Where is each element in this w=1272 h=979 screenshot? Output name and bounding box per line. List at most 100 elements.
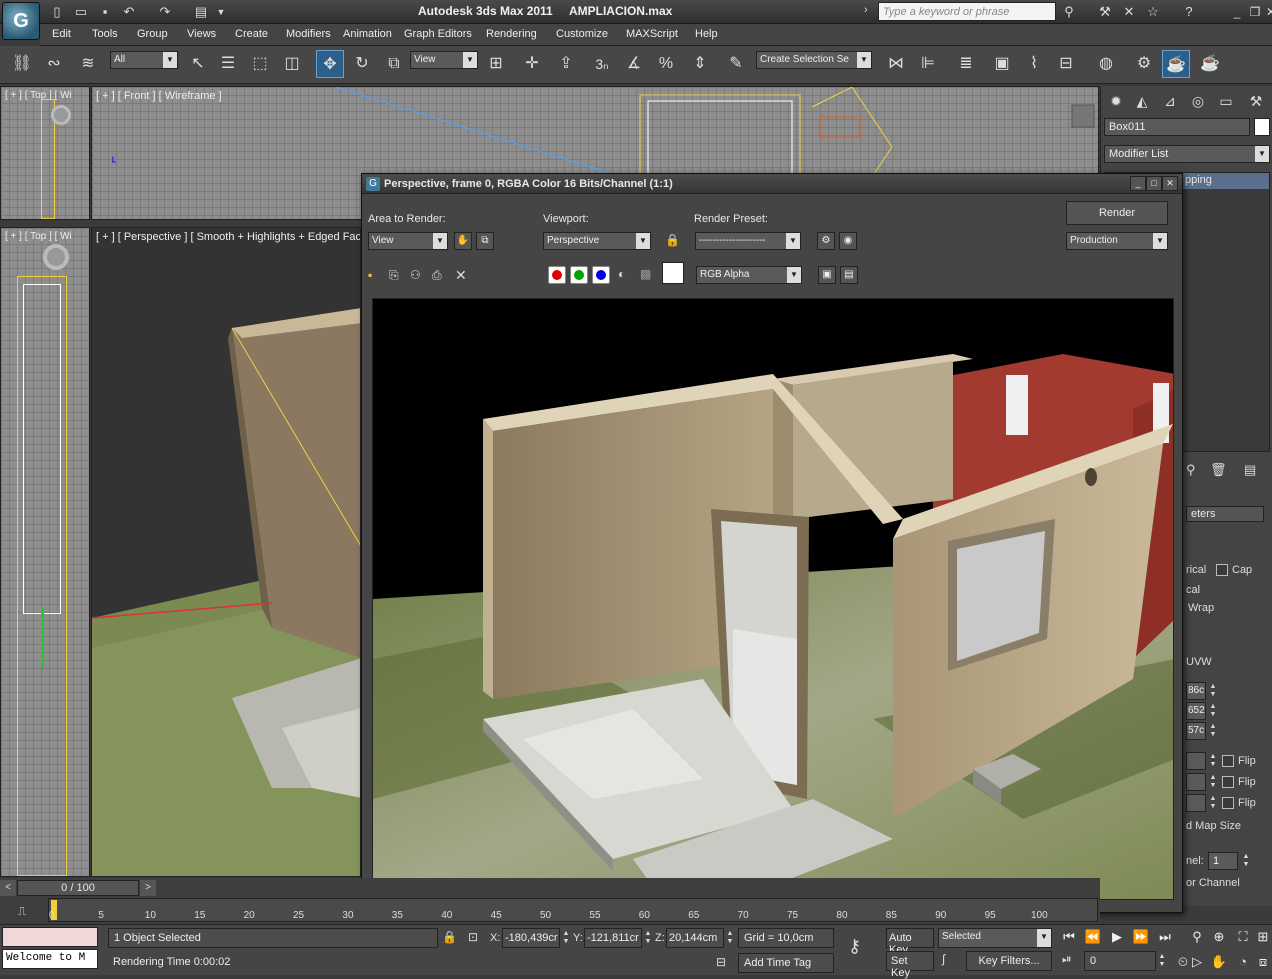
previous-frame-icon[interactable]: ⏪	[1082, 926, 1104, 948]
layer-manager-icon[interactable]: ≣	[952, 50, 980, 78]
viewport-left[interactable]: [ + ] [ Top ] [ Wi	[0, 227, 90, 877]
clone-frame-window-icon[interactable]: ⚇	[410, 268, 421, 282]
go-to-start-icon[interactable]: ⏮	[1058, 926, 1080, 948]
vertex-color-channel-radio[interactable]: or Channel	[1186, 877, 1240, 889]
v-flip-checkbox[interactable]	[1222, 776, 1234, 788]
maximize-icon[interactable]: □	[1146, 176, 1162, 191]
radio-xyz-to-uvw[interactable]: UVW	[1186, 656, 1212, 668]
modifier-list-dropdown[interactable]: Modifier List ▼	[1104, 145, 1270, 163]
x-coord-spinner[interactable]: ▲ ▼	[560, 930, 572, 946]
undo-icon[interactable]: ↶	[120, 3, 138, 21]
schematic-view-icon[interactable]: ⊟	[1052, 50, 1080, 78]
viewcube-icon[interactable]	[51, 105, 71, 125]
menu-animation[interactable]: Animation	[343, 28, 392, 40]
viewport-left-label[interactable]: [ + ] [ Top ] [ Wi	[5, 231, 72, 242]
y-coord-field[interactable]: -121,811cr	[584, 928, 642, 948]
environment-effects-icon[interactable]: ◉	[839, 232, 857, 250]
zoom-extents-all-icon[interactable]: ⊞	[1252, 926, 1272, 948]
zoom-all-icon[interactable]: ⊕	[1208, 926, 1230, 948]
time-tag-icon[interactable]: ⊟	[716, 955, 726, 969]
new-file-icon[interactable]: ▯	[48, 3, 66, 21]
menu-help[interactable]: Help	[695, 28, 718, 40]
edit-named-selection-icon[interactable]: ✎	[722, 50, 750, 78]
set-key-icon[interactable]: ⚷	[848, 936, 861, 957]
time-slider[interactable]: 0 / 100	[17, 880, 139, 896]
menu-tools[interactable]: Tools	[92, 28, 118, 40]
red-channel-toggle[interactable]	[548, 266, 566, 284]
binoculars-icon[interactable]: ⚲	[1060, 3, 1078, 21]
width-spinner-field[interactable]: 652	[1186, 702, 1206, 720]
default-in-out-tangents-icon[interactable]: ∫	[942, 952, 945, 966]
width-spinner-arrows[interactable]: ▲ ▼	[1207, 703, 1219, 719]
keyboard-shortcut-override-icon[interactable]: ⇪	[552, 50, 580, 78]
add-time-tag-button[interactable]: Add Time Tag	[738, 953, 834, 973]
search-input[interactable]: Type a keyword or phrase	[878, 2, 1056, 21]
unlink-selection-icon[interactable]: ∾	[40, 50, 68, 78]
quick-access-dropdown-icon[interactable]: ▼	[212, 3, 230, 21]
radio-shrink-wrap[interactable]: Wrap	[1188, 602, 1214, 614]
v-tile-field[interactable]	[1186, 773, 1206, 791]
rendered-frame-window-icon[interactable]: ☕	[1162, 50, 1190, 78]
time-slider-right-icon[interactable]: >	[140, 880, 156, 896]
height-spinner-field[interactable]: 57c	[1186, 722, 1206, 740]
blue-channel-toggle[interactable]	[592, 266, 610, 284]
select-object-icon[interactable]: ↖	[184, 50, 212, 78]
alpha-channel-icon[interactable]: ◐	[618, 267, 625, 281]
go-to-end-icon[interactable]: ⏭	[1154, 926, 1176, 948]
z-coord-spinner[interactable]: ▲ ▼	[724, 930, 736, 946]
lock-viewport-icon[interactable]: 🔒	[665, 233, 680, 247]
key-mode-dropdown[interactable]: Selected ▼	[938, 928, 1052, 948]
auto-region-selected-icon[interactable]: ⧉	[476, 232, 494, 250]
chevron-right-icon[interactable]: ›	[864, 4, 868, 16]
pan-view-icon[interactable]: ✋	[1208, 951, 1230, 973]
menu-edit[interactable]: Edit	[52, 28, 71, 40]
configure-modifier-sets-icon[interactable]: ▤	[1244, 462, 1256, 478]
viewport-top-small[interactable]: [ + ] [ Top ] [ Wi	[0, 86, 90, 220]
material-editor-icon[interactable]: ◍	[1092, 50, 1120, 78]
w-tile-spinner[interactable]: ▲ ▼	[1207, 795, 1219, 811]
save-file-icon[interactable]: ▪	[96, 3, 114, 21]
menu-graph-editors[interactable]: Graph Editors	[404, 28, 472, 40]
close-icon[interactable]: ✕	[1262, 3, 1272, 21]
lock-selection-icon[interactable]: 🔒	[442, 930, 457, 944]
auto-key-button[interactable]: Auto Key	[886, 928, 934, 956]
key-mode-toggle-icon[interactable]: ⏯	[1062, 952, 1072, 967]
set-key-button[interactable]: Set Key	[886, 951, 934, 979]
render-preset-dropdown[interactable]: -------------------- ▼	[695, 232, 801, 250]
render-button[interactable]: Render	[1066, 201, 1168, 225]
u-tile-spinner[interactable]: ▲ ▼	[1207, 753, 1219, 769]
radio-spherical[interactable]: cal	[1186, 584, 1200, 596]
map-channel-field[interactable]: 1	[1208, 852, 1238, 870]
menu-maxscript[interactable]: MAXScript	[626, 28, 678, 40]
x-coord-field[interactable]: -180,439cr	[502, 928, 560, 948]
display-panel-tab[interactable]: ▭	[1214, 90, 1238, 112]
clear-icon[interactable]: ✕	[455, 267, 467, 284]
field-of-view-icon[interactable]: ▷	[1186, 951, 1208, 973]
named-selection-dropdown[interactable]: Create Selection Se ▼	[756, 51, 872, 69]
maximize-viewport-toggle-icon[interactable]: ⧈	[1252, 951, 1272, 973]
close-icon[interactable]: ✕	[1162, 176, 1178, 191]
print-image-icon[interactable]: ⎙	[432, 268, 442, 283]
object-color-swatch[interactable]	[1254, 118, 1270, 136]
maxscript-listener-top[interactable]	[2, 927, 98, 947]
select-manipulate-icon[interactable]: ✛	[518, 50, 546, 78]
u-flip-checkbox[interactable]	[1222, 755, 1234, 767]
mirror-icon[interactable]: ⋈	[882, 50, 910, 78]
area-to-render-dropdown[interactable]: View ▼	[368, 232, 448, 250]
production-dropdown[interactable]: Production ▼	[1066, 232, 1168, 250]
w-tile-field[interactable]	[1186, 794, 1206, 812]
snaps-toggle-icon[interactable]: 3ₙ	[588, 50, 616, 78]
reference-coordinate-dropdown[interactable]: View ▼	[410, 51, 478, 69]
select-by-name-icon[interactable]: ☰	[214, 50, 242, 78]
green-channel-toggle[interactable]	[570, 266, 588, 284]
u-tile-field[interactable]	[1186, 752, 1206, 770]
pin-stack-icon[interactable]: ⚲	[1186, 462, 1196, 478]
length-spinner-arrows[interactable]: ▲ ▼	[1207, 683, 1219, 699]
select-and-move-icon[interactable]: ✥	[316, 50, 344, 78]
zoom-extents-icon[interactable]: ⛶	[1232, 926, 1254, 948]
key-filters-button[interactable]: Key Filters...	[966, 951, 1052, 971]
align-icon[interactable]: ⊫	[914, 50, 942, 78]
subscription-icon[interactable]: ⚒	[1096, 3, 1114, 21]
motion-panel-tab[interactable]: ◎	[1186, 90, 1210, 112]
viewport-top-small-label[interactable]: [ + ] [ Top ] [ Wi	[5, 90, 72, 101]
